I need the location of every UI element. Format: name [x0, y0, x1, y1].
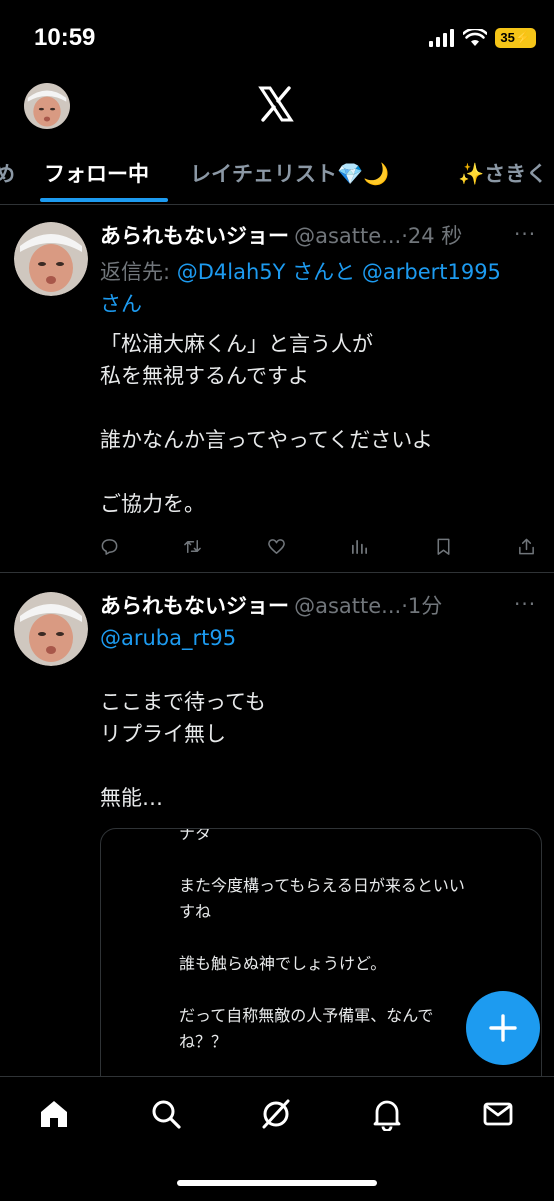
tweet-actions	[100, 537, 536, 556]
more-options-icon[interactable]: ···	[514, 222, 536, 246]
active-tab-indicator	[40, 198, 168, 202]
profile-avatar[interactable]	[24, 83, 70, 129]
reply-mention[interactable]: @arbert1995	[362, 260, 501, 284]
bookmark-icon[interactable]	[434, 537, 453, 556]
tab-previous[interactable]: め	[0, 158, 15, 188]
tweet-text: 「松浦大麻くん」と言う人が 私を無視するんですよ 誰かなんか言ってやってください…	[100, 332, 433, 516]
tweet-header: あられもないジョー @asatte...·1分	[100, 590, 520, 620]
reply-suffix: さん	[100, 292, 142, 316]
reply-connector: さんと	[285, 260, 362, 284]
share-icon[interactable]	[517, 537, 536, 556]
battery-level: 35	[500, 30, 515, 45]
home-indicator	[177, 1180, 377, 1186]
messages-icon[interactable]	[481, 1097, 515, 1131]
wifi-icon	[463, 29, 488, 46]
retweet-icon[interactable]	[183, 537, 202, 556]
search-icon[interactable]	[149, 1097, 183, 1131]
tweet-time: ·24 秒	[401, 224, 463, 248]
battery-indicator: 35⚡	[495, 28, 536, 48]
reply-prefix: 返信先:	[100, 260, 177, 284]
avatar-image	[14, 592, 88, 666]
quoted-tweet-text: ナタ また今度構ってもらえる日が来るといい すね 誰も触らぬ神でしょうけど。 だ…	[179, 828, 465, 1051]
like-icon[interactable]	[267, 537, 286, 556]
tweet-header: あられもないジョー @asatte...·24 秒	[100, 220, 520, 250]
tweet-avatar[interactable]	[14, 592, 88, 666]
tweet-author-handle[interactable]: @asatte...	[294, 594, 401, 618]
tweet-time: ·1分	[401, 594, 443, 618]
avatar-image	[24, 83, 70, 129]
status-time: 10:59	[34, 24, 96, 51]
reply-icon[interactable]	[100, 537, 119, 556]
x-logo-icon[interactable]	[258, 86, 294, 122]
signal-icon	[429, 29, 455, 47]
tab-list-rachel[interactable]: レイチェリスト💎🌙	[190, 158, 389, 188]
tab-list-saki[interactable]: ✨さきく	[458, 158, 547, 188]
plus-icon	[489, 1014, 517, 1042]
tweet-mention[interactable]: @aruba_rt95	[100, 622, 236, 654]
more-options-icon[interactable]: ···	[514, 592, 536, 616]
tab-following[interactable]: フォロー中	[44, 158, 149, 188]
timeline-tabs: め フォロー中 レイチェリスト💎🌙 ✨さきく	[0, 150, 554, 205]
reply-mention[interactable]: @D4lah5Y	[177, 260, 286, 284]
notifications-icon[interactable]	[370, 1097, 404, 1131]
compose-button[interactable]	[466, 991, 540, 1065]
tweet-author-name[interactable]: あられもないジョー	[100, 594, 289, 618]
views-icon[interactable]	[350, 537, 369, 556]
tweet-author-handle[interactable]: @asatte...	[294, 224, 401, 248]
tweet-text: ここまで待っても リプライ無し 無能…	[100, 690, 266, 810]
home-icon[interactable]	[37, 1097, 71, 1131]
reply-context: 返信先: @D4lah5Y さんと @arbert1995 さん	[100, 256, 540, 320]
status-icons: 35⚡	[429, 28, 536, 48]
grok-icon[interactable]	[259, 1097, 293, 1131]
tweet-avatar[interactable]	[14, 222, 88, 296]
avatar-image	[14, 222, 88, 296]
tweet-divider	[0, 572, 554, 573]
tweet-author-name[interactable]: あられもないジョー	[100, 224, 289, 248]
